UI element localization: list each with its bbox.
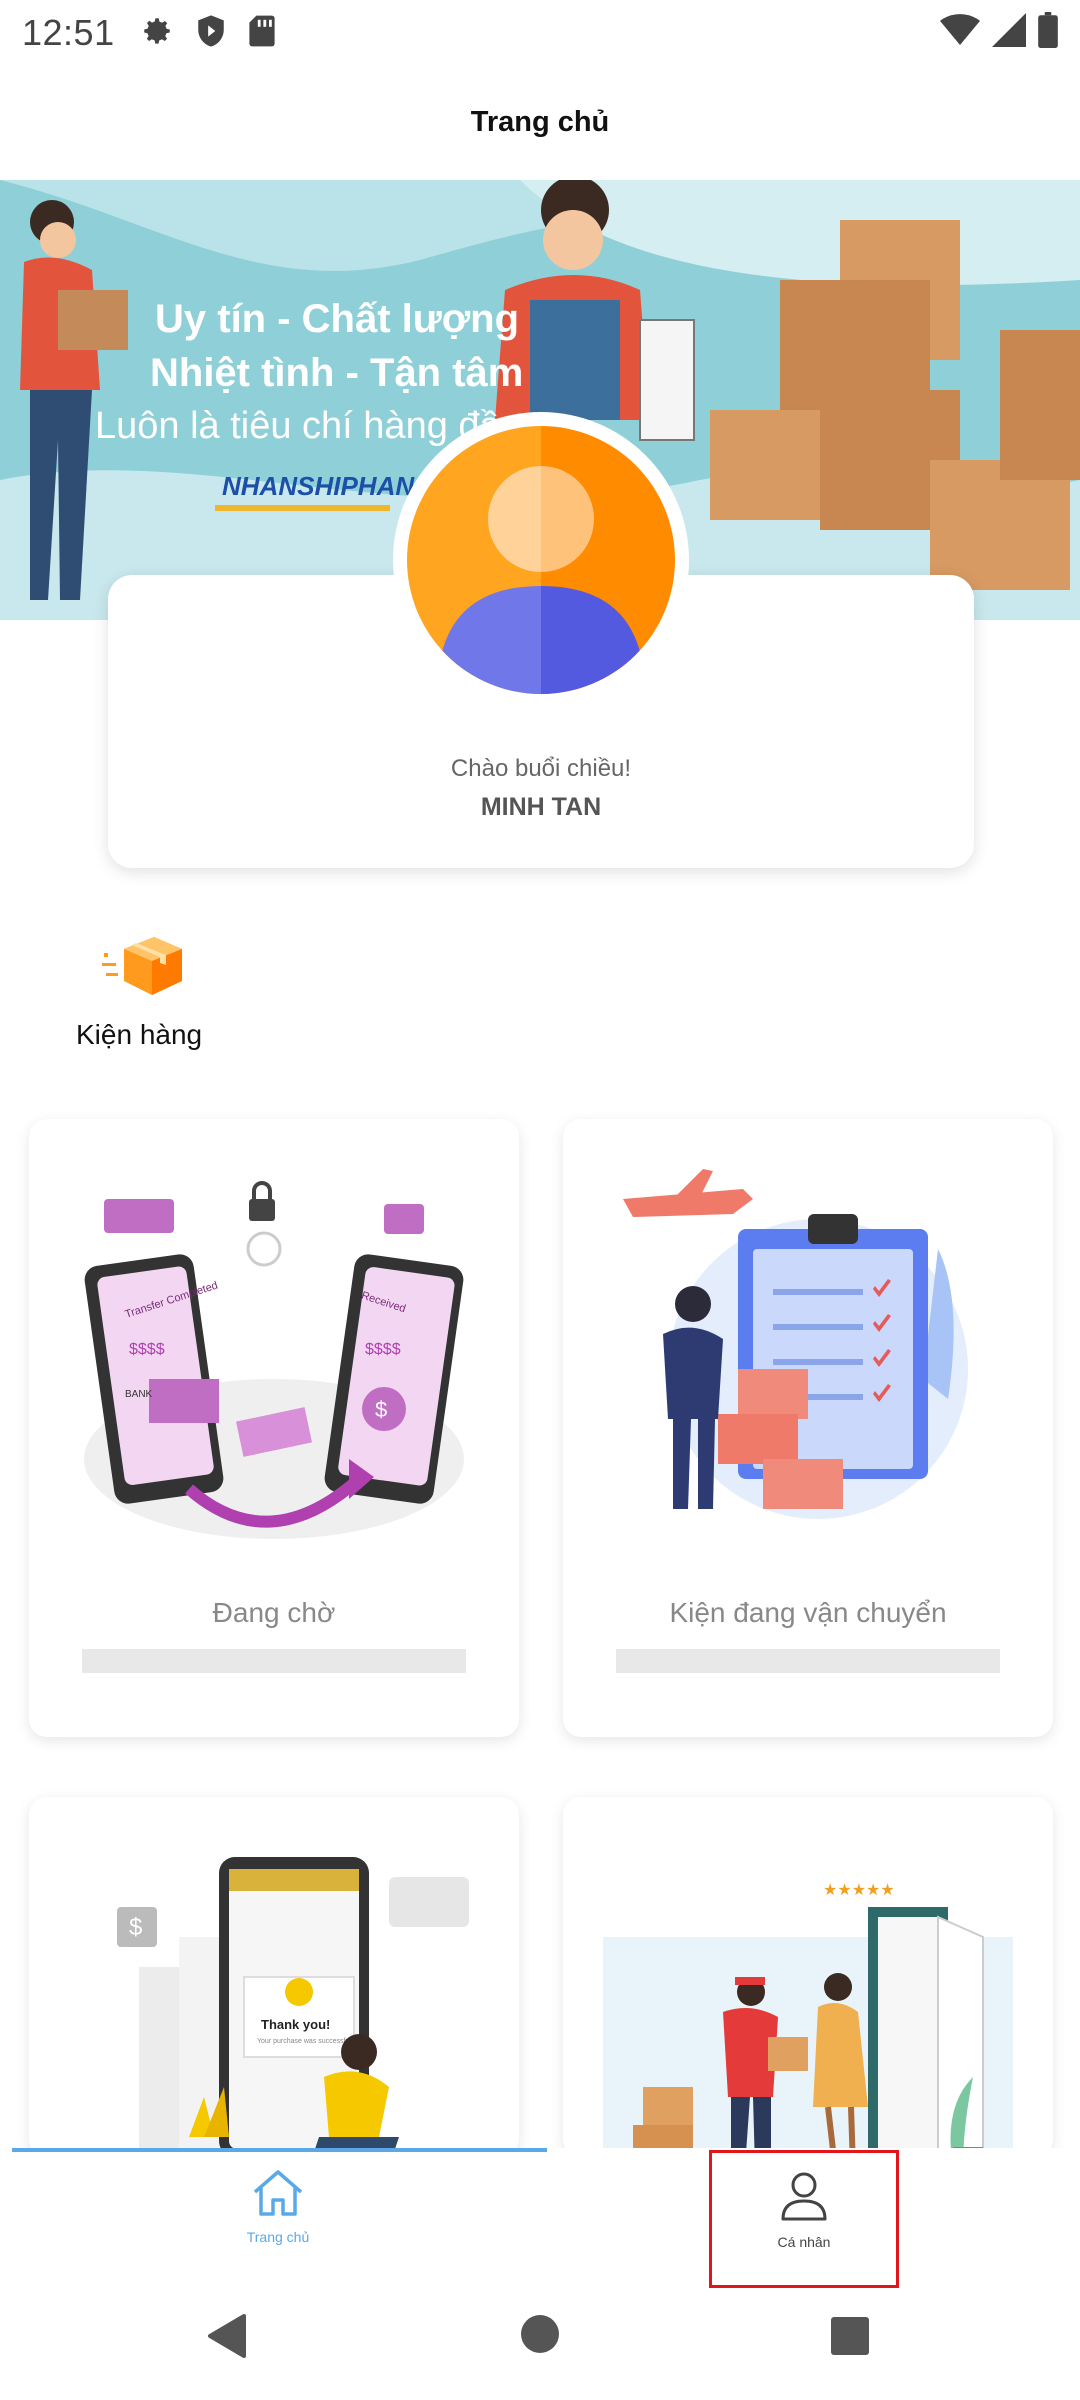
bottom-navigation: Trang chủ Cá nhân <box>0 2148 1080 2288</box>
thank-you-subtext: Your purchase was successful <box>257 2038 351 2045</box>
avatar[interactable] <box>393 412 689 708</box>
payment-success-illustration: Thank you! Your purchase was successful … <box>69 1837 479 2157</box>
active-tab-indicator <box>12 2148 547 2152</box>
tab-profile-label: Cá nhân <box>777 2234 831 2250</box>
gear-icon <box>140 14 174 53</box>
delivery-door-illustration: ★★★★★ <box>603 1837 1013 2157</box>
greeting-text: Chào buổi chiều! <box>450 755 632 782</box>
package-icon <box>102 935 184 1002</box>
user-name: MINH TAN <box>480 793 602 821</box>
shipping-checklist-illustration <box>603 1159 1013 1564</box>
banner-brand: NHANSHIPHANG <box>222 471 434 501</box>
banner-line-1: Uy tín - Chất lượng <box>155 297 519 341</box>
bank-text: BANK <box>125 1389 153 1400</box>
card-pending-title: Đang chờ <box>212 1597 336 1628</box>
home-button-icon[interactable] <box>520 2314 560 2359</box>
thank-you-text: Thank you! <box>261 2017 330 2032</box>
system-navigation-bar <box>0 2288 1080 2400</box>
card-pending[interactable]: Transfer Completed $$$$ BANK Received $$… <box>29 1119 519 1737</box>
card-payment[interactable]: Thank you! Your purchase was successful … <box>29 1797 519 2157</box>
status-bar: 12:51 <box>0 0 1080 64</box>
svg-text:$: $ <box>375 1397 387 1422</box>
card-pending-count-placeholder <box>82 1649 466 1673</box>
money-transfer-illustration: Transfer Completed $$$$ BANK Received $$… <box>69 1159 479 1564</box>
page-title: Trang chủ <box>470 105 610 138</box>
person-icon <box>779 2172 829 2227</box>
signal-icon <box>992 13 1026 52</box>
tab-profile[interactable]: Cá nhân <box>709 2150 899 2288</box>
card-delivered[interactable]: ★★★★★ <box>563 1797 1053 2157</box>
recents-icon[interactable] <box>830 2316 870 2361</box>
tab-home-label: Trang chủ <box>246 2229 310 2245</box>
svg-text:$: $ <box>129 1914 142 1941</box>
banner-line-2: Nhiệt tình - Tận tâm <box>150 351 523 395</box>
shield-icon <box>196 14 226 53</box>
back-icon[interactable] <box>206 2314 246 2363</box>
user-avatar-icon <box>407 426 675 694</box>
wifi-icon <box>940 13 980 52</box>
package-section-label: Kiện hàng <box>76 1019 203 1050</box>
card-in-transit-title: Kiện đang vận chuyển <box>669 1597 947 1628</box>
amount-text-left: $$$$ <box>129 1341 165 1358</box>
tab-home[interactable]: Trang chủ <box>178 2168 378 2278</box>
card-in-transit-count-placeholder <box>616 1649 1000 1673</box>
card-in-transit[interactable]: Kiện đang vận chuyển <box>563 1119 1053 1737</box>
amount-text-right: $$$$ <box>365 1341 401 1358</box>
battery-icon <box>1038 12 1058 53</box>
app-header: Trang chủ <box>0 64 1080 180</box>
status-time: 12:51 <box>22 12 115 53</box>
svg-text:★★★★★: ★★★★★ <box>823 1880 895 1899</box>
sd-card-icon <box>248 14 276 53</box>
home-icon <box>251 2170 305 2222</box>
